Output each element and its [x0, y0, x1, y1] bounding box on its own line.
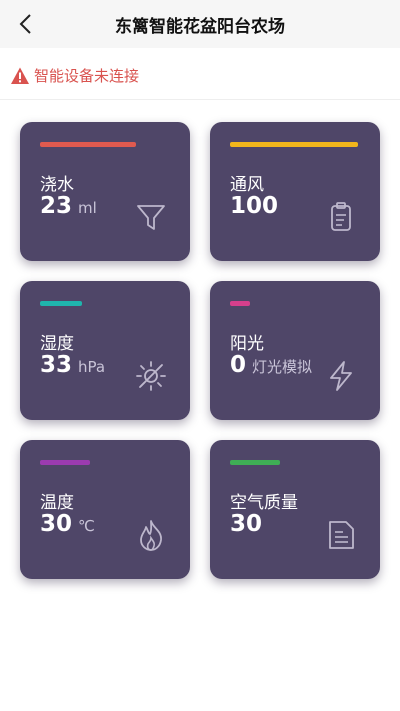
card-label: 通风: [230, 175, 264, 195]
card-sunlight[interactable]: 阳光 0 灯光模拟: [210, 281, 380, 420]
card-unit: 灯光模拟: [252, 358, 313, 376]
flame-icon: [134, 518, 168, 552]
clipboard-icon: [324, 200, 358, 234]
document-icon: [324, 518, 358, 552]
card-unit: hPa: [78, 358, 106, 376]
status-text: 智能设备未连接: [34, 67, 140, 85]
card-label: 阳光: [230, 334, 264, 354]
card-accent-bar: [40, 301, 82, 306]
card-label: 空气质量: [230, 493, 298, 513]
lightning-icon: [324, 359, 358, 393]
warning-icon: [11, 67, 29, 84]
back-button[interactable]: [8, 6, 44, 42]
card-temperature[interactable]: 温度 30 ℃: [20, 440, 190, 579]
filter-icon: [134, 200, 168, 234]
card-unit: ℃: [78, 517, 95, 535]
card-ventilation[interactable]: 通风 100: [210, 122, 380, 261]
sun-icon: [134, 359, 168, 393]
card-label: 湿度: [40, 334, 74, 354]
card-unit: ml: [78, 199, 97, 217]
card-accent-bar: [230, 301, 250, 306]
card-value: 100: [230, 193, 279, 219]
card-label: 温度: [40, 493, 74, 513]
page-title: 东篱智能花盆阳台农场: [115, 16, 285, 37]
card-accent-bar: [230, 460, 280, 465]
card-label: 浇水: [40, 175, 74, 195]
card-humidity[interactable]: 湿度 33 hPa: [20, 281, 190, 420]
card-watering[interactable]: 浇水 23 ml: [20, 122, 190, 261]
card-value: 0: [230, 352, 247, 378]
card-value: 33: [40, 352, 73, 378]
app-header: 东篱智能花盆阳台农场: [0, 0, 400, 48]
card-value: 23: [40, 193, 73, 219]
card-accent-bar: [40, 142, 136, 147]
card-accent-bar: [40, 460, 90, 465]
card-air-quality[interactable]: 空气质量 30: [210, 440, 380, 579]
chevron-left-icon: [19, 14, 31, 34]
card-accent-bar: [230, 142, 358, 147]
connection-status: 智能设备未连接: [0, 52, 400, 100]
card-value: 30: [230, 511, 263, 537]
card-value: 30: [40, 511, 73, 537]
